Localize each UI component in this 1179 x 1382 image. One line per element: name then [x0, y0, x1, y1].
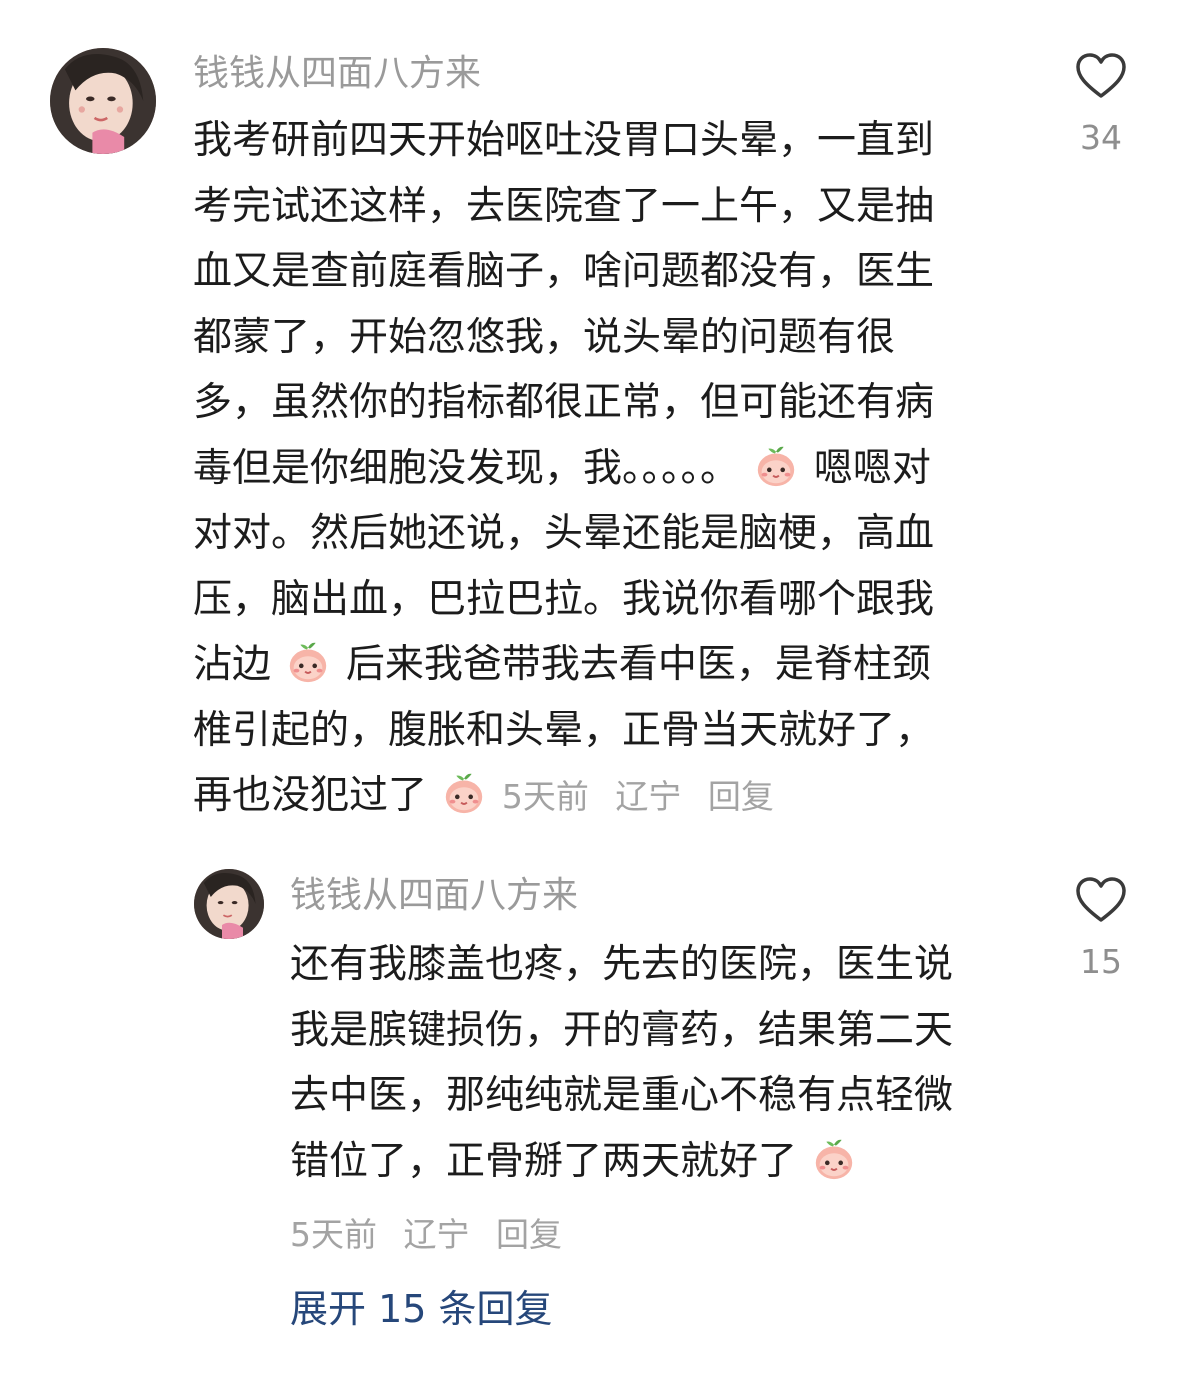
reply-button[interactable]: 回复 — [708, 777, 774, 816]
heart-outline-icon — [1076, 877, 1126, 922]
avatar[interactable] — [50, 48, 156, 154]
comment-meta: 5天前 辽宁 回复 — [290, 1208, 578, 1256]
peach-face-emoji — [758, 446, 795, 486]
comment-line: 沾边 后来我爸带我去看中医，是脊柱颈 — [193, 632, 934, 698]
comment-line: 多，虽然你的指标都很正常，但可能还有病 — [193, 380, 935, 425]
comment-line: 压，脑出血，巴拉巴拉。我说你看哪个跟我 — [193, 576, 935, 622]
comment-line: 血又是查前庭看脑子，啥问题都没有，医生 — [193, 249, 935, 294]
heart-outline-icon — [1076, 53, 1126, 98]
comment-text: 后来我爸带我去看中医，是脊柱颈 — [345, 642, 931, 687]
reply-button[interactable]: 回复 — [496, 1215, 562, 1254]
comment-line: 都蒙了，开始忽悠我，说头晕的问题有很 — [193, 314, 896, 360]
avatar[interactable] — [194, 869, 264, 939]
comment-line: 错位了，正骨掰了两天就好了 — [290, 1129, 953, 1195]
comment-location: 辽宁 — [615, 777, 682, 816]
comment-line: 我考研前四天开始呕吐没胃口头晕，一直到 — [193, 118, 935, 163]
comment-line: 再也没犯过了 5天前 辽宁 回复 — [193, 763, 934, 829]
expand-replies-button[interactable]: 展开 15 条回复 — [290, 1286, 553, 1332]
peach-face-emoji — [446, 773, 483, 814]
like-button[interactable] — [1071, 52, 1131, 104]
comment-time: 5天前 — [501, 777, 589, 816]
comment-line: 还有我膝盖也疼，先去的医院，医生说 — [290, 942, 954, 987]
comment-body: 还有我膝盖也疼，先去的医院，医生说 我是膑键损伤，开的膏药，结果第二天 去中医，… — [290, 932, 953, 1194]
comment-meta: 5天前 辽宁 回复 — [502, 777, 790, 816]
comment-location: 辽宁 — [403, 1215, 470, 1254]
like-count: 34 — [1080, 118, 1122, 157]
comment-body: 我考研前四天开始呕吐没胃口头晕，一直到 考完试还这样，去医院查了一上午，又是抽 … — [193, 108, 934, 829]
comment-text: 嗯嗯对 — [813, 445, 931, 491]
comment-text: 沾边 — [193, 642, 272, 687]
comment-text: 再也没犯过了 — [193, 773, 428, 818]
comment-line: 去中医，那纯纯就是重心不稳有点轻微 — [290, 1073, 954, 1118]
peach-face-emoji — [290, 642, 327, 683]
avatar-image — [50, 48, 156, 154]
peach-face-emoji — [816, 1139, 853, 1179]
comment-text: 错位了，正骨掰了两天就好了 — [290, 1138, 798, 1184]
like-count: 15 — [1080, 942, 1122, 981]
comment-text: 毒但是你细胞没发现，我。。。。。 — [193, 445, 740, 491]
comment-time: 5天前 — [290, 1215, 377, 1254]
comment-line: 我是膑键损伤，开的膏药，结果第二天 — [290, 1007, 954, 1053]
comment-line: 考完试还这样，去医院查了一上午，又是抽 — [193, 183, 935, 229]
comment-username[interactable]: 钱钱从四面八方来 — [193, 52, 481, 96]
comment-username[interactable]: 钱钱从四面八方来 — [290, 874, 578, 918]
avatar-image — [194, 869, 264, 939]
comment-line: 椎引起的，腹胀和头晕，正骨当天就好了， — [193, 707, 935, 753]
comment-line: 毒但是你细胞没发现，我。。。。。 嗯嗯对 — [193, 436, 934, 502]
comment-line: 对对。然后她还说，头晕还能是脑梗，高血 — [193, 511, 935, 556]
like-button[interactable] — [1071, 876, 1131, 928]
